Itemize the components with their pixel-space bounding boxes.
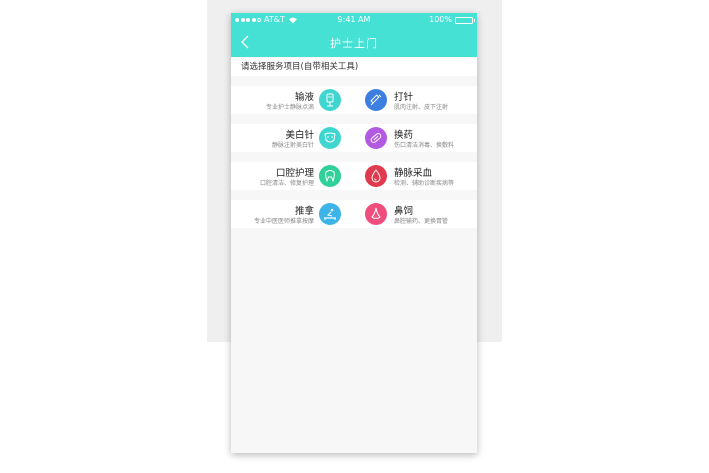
header: AT&T 9:41 AM 100% 护士上门	[231, 13, 477, 57]
service-name: 口腔护理	[275, 168, 314, 179]
service-name: 输液	[294, 92, 314, 103]
battery-icon	[455, 16, 475, 24]
massage-icon	[319, 203, 341, 225]
battery-label: 100%	[429, 15, 452, 24]
service-desc: 鼻腔输药、更换胃管	[394, 218, 449, 225]
service-row: 输液 专业护士静脉点滴 打针 肌肉注射、皮下注射	[231, 86, 477, 114]
navbar: 护士上门	[231, 27, 477, 57]
service-nasal-feeding[interactable]: 鼻饲 鼻腔输药、更换胃管	[354, 200, 477, 228]
service-injection[interactable]: 打针 肌肉注射、皮下注射	[354, 86, 477, 114]
service-name: 换药	[394, 130, 414, 141]
service-row: 推拿 专业中医医师推拿按摩 鼻饲 鼻腔输药、更换胃管	[231, 200, 477, 228]
tooth-icon	[319, 165, 341, 187]
page-title: 护士上门	[330, 37, 378, 50]
service-desc: 专业中医医师推拿按摩	[253, 218, 314, 225]
status-bar: AT&T 9:41 AM 100%	[231, 13, 477, 27]
service-desc: 专业护士静脉点滴	[265, 104, 314, 111]
service-row: 美白针 静脉注射美白针 换药 伤口清洁消毒、换敷料	[231, 124, 477, 152]
service-desc: 肌肉注射、皮下注射	[394, 104, 449, 111]
service-iv-drip[interactable]: 输液 专业护士静脉点滴	[231, 86, 354, 114]
phone-screen: AT&T 9:41 AM 100% 护士上门 请选择服务项目(自带相关工具) 输…	[231, 13, 477, 453]
syringe-icon	[365, 89, 387, 111]
status-right: 100%	[429, 13, 475, 27]
service-name: 推拿	[294, 206, 314, 217]
service-desc: 检测、辅助诊断疾病等	[394, 180, 455, 187]
iv-drip-icon	[319, 89, 341, 111]
pill-icon	[365, 127, 387, 149]
blood-drop-icon	[365, 165, 387, 187]
service-row: 口腔护理 口腔清洁、修复护理 静脉采血 检测、辅助诊断疾病等	[231, 162, 477, 190]
service-desc: 静脉注射美白针	[271, 142, 314, 149]
service-name: 鼻饲	[394, 206, 414, 217]
service-whitening[interactable]: 美白针 静脉注射美白针	[231, 124, 354, 152]
nose-icon	[365, 203, 387, 225]
service-name: 美白针	[285, 130, 314, 141]
service-name: 打针	[394, 92, 414, 103]
service-name: 静脉采血	[394, 168, 433, 179]
service-oral-care[interactable]: 口腔护理 口腔清洁、修复护理	[231, 162, 354, 190]
service-blood-draw[interactable]: 静脉采血 检测、辅助诊断疾病等	[354, 162, 477, 190]
service-dressing[interactable]: 换药 伤口清洁消毒、换敷料	[354, 124, 477, 152]
section-label: 请选择服务项目(自带相关工具)	[231, 58, 477, 76]
service-desc: 伤口清洁消毒、换敷料	[394, 142, 455, 149]
service-massage[interactable]: 推拿 专业中医医师推拿按摩	[231, 200, 354, 228]
face-mask-icon	[319, 127, 341, 149]
service-desc: 口腔清洁、修复护理	[259, 180, 314, 187]
